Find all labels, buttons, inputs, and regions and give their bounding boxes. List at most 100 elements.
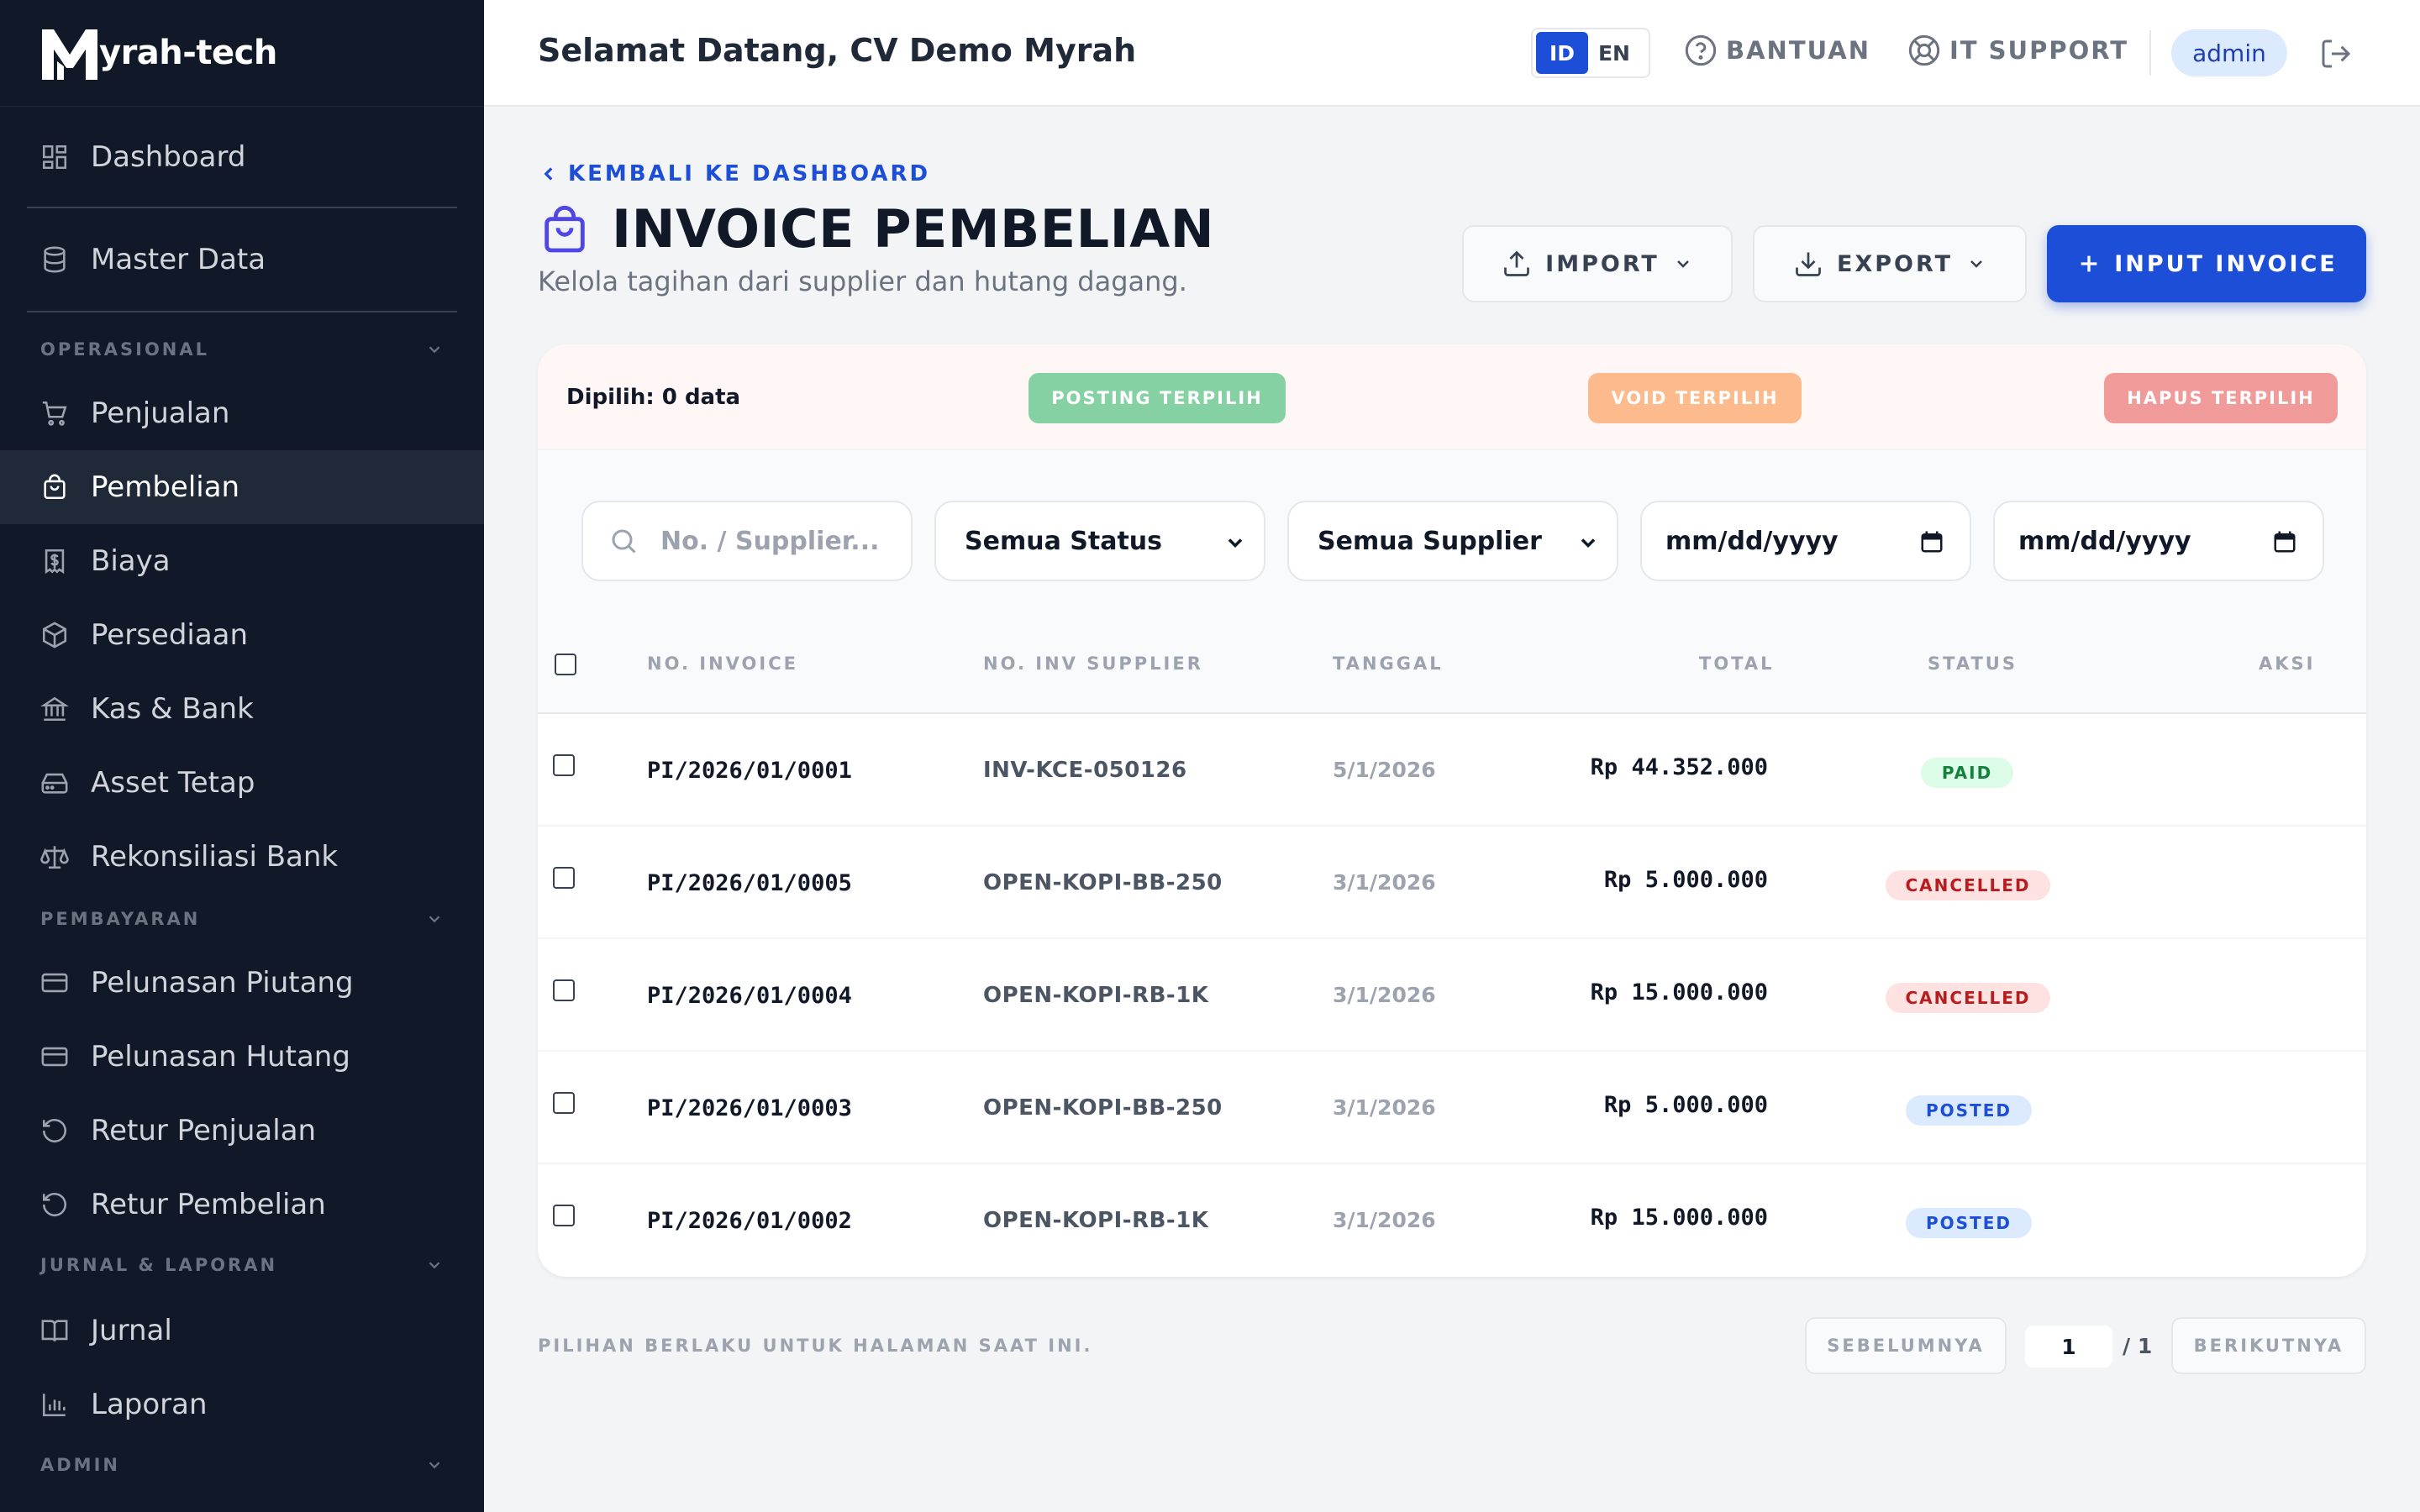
- page-title: INVOICE PEMBELIAN: [612, 198, 1215, 260]
- supplier-select[interactable]: Semua Supplier: [1287, 501, 1618, 581]
- date-to-input[interactable]: mm/dd/yyyy: [1993, 501, 2324, 581]
- next-page-button[interactable]: BERIKUTNYA: [2171, 1317, 2366, 1374]
- import-button[interactable]: IMPORT: [1462, 225, 1733, 302]
- section-operasional[interactable]: OPERASIONAL: [40, 339, 444, 360]
- chevron-down-icon: [429, 1462, 440, 1469]
- help-link[interactable]: BANTUAN: [1684, 34, 1870, 67]
- box-icon: [42, 622, 67, 648]
- section-pembayaran[interactable]: PEMBAYARAN: [40, 909, 444, 929]
- language-switcher: ID EN: [1531, 28, 1650, 78]
- download-icon: [1796, 252, 1821, 276]
- sidebar-item-label: Dashboard: [91, 140, 246, 174]
- table-row[interactable]: PI/2026/01/0002 OPEN-KOPI-RB-1K 3/1/2026…: [538, 1164, 2366, 1277]
- page-number-input[interactable]: 1: [2025, 1326, 2112, 1368]
- lang-id-button[interactable]: ID: [1536, 32, 1588, 74]
- column-header-date[interactable]: TANGGAL: [1333, 654, 1444, 674]
- sidebar-item-pembelian[interactable]: Pembelian: [0, 450, 484, 524]
- select-all-checkbox[interactable]: [555, 654, 576, 675]
- status-badge: CANCELLED: [1886, 870, 2050, 900]
- column-header-total[interactable]: TOTAL: [1699, 654, 1775, 674]
- credit-card-icon: [41, 973, 68, 993]
- sidebar-item-asset-tetap[interactable]: Asset Tetap: [0, 746, 484, 820]
- sidebar-item-kas-bank[interactable]: Kas & Bank: [0, 672, 484, 746]
- brand[interactable]: yrah-tech: [0, 0, 484, 107]
- invoice-total: Rp 15.000.000: [1590, 979, 1768, 1005]
- post-selected-button[interactable]: POSTING TERPILIH: [1028, 373, 1286, 423]
- section-admin[interactable]: ADMIN: [40, 1455, 444, 1475]
- sidebar-item-label: Jurnal: [91, 1314, 172, 1347]
- column-header-invoice[interactable]: NO. INVOICE: [647, 654, 798, 674]
- lang-en-button[interactable]: EN: [1588, 32, 1640, 74]
- supplier-invoice: INV-KCE-050126: [983, 758, 1187, 783]
- user-badge[interactable]: admin: [2171, 29, 2287, 76]
- top-header: Selamat Datang, CV Demo Myrah ID EN BANT…: [484, 0, 2420, 107]
- receipt-dollar-icon: [45, 549, 65, 575]
- selection-note: PILIHAN BERLAKU UNTUK HALAMAN SAAT INI.: [538, 1336, 1093, 1356]
- total-pages: / 1: [2123, 1334, 2153, 1358]
- status-badge: POSTED: [1906, 1095, 2032, 1126]
- row-checkbox[interactable]: [553, 754, 575, 776]
- page-subtitle: Kelola tagihan dari supplier dan hutang …: [538, 265, 1187, 297]
- status-badge: PAID: [1921, 758, 2013, 788]
- export-button[interactable]: EXPORT: [1753, 225, 2027, 302]
- filter-bar: No. / Supplier... Semua Status Semua Sup…: [538, 450, 2366, 615]
- sidebar-item-master-data[interactable]: Master Data: [0, 223, 484, 297]
- sidebar-item-label: Retur Pembelian: [91, 1188, 326, 1221]
- invoice-number[interactable]: PI/2026/01/0005: [647, 870, 852, 896]
- sidebar-item-persediaan[interactable]: Persediaan: [0, 598, 484, 672]
- prev-page-button[interactable]: SEBELUMNYA: [1805, 1317, 2007, 1374]
- input-invoice-button[interactable]: INPUT INVOICE: [2047, 225, 2366, 302]
- sidebar-item-pelunasan-hutang[interactable]: Pelunasan Hutang: [0, 1020, 484, 1094]
- row-checkbox[interactable]: [553, 1092, 575, 1114]
- help-circle-icon: [1685, 34, 1717, 66]
- back-to-dashboard-link[interactable]: KEMBALI KE DASHBOARD: [538, 161, 930, 186]
- column-header-status[interactable]: STATUS: [1928, 654, 2018, 674]
- table-row[interactable]: PI/2026/01/0001 INV-KCE-050126 5/1/2026 …: [538, 714, 2366, 827]
- sidebar-item-label: Retur Penjualan: [91, 1114, 317, 1147]
- delete-selected-button[interactable]: HAPUS TERPILIH: [2104, 373, 2338, 423]
- cart-icon: [42, 401, 67, 426]
- invoice-number[interactable]: PI/2026/01/0001: [647, 758, 852, 784]
- sidebar-item-retur-penjualan[interactable]: Retur Penjualan: [0, 1094, 484, 1168]
- table-row[interactable]: PI/2026/01/0005 OPEN-KOPI-BB-250 3/1/202…: [538, 827, 2366, 939]
- invoice-number[interactable]: PI/2026/01/0002: [647, 1208, 852, 1234]
- column-header-supplier-inv[interactable]: NO. INV SUPPLIER: [983, 654, 1203, 674]
- sidebar-item-label: Penjualan: [91, 396, 230, 430]
- table-row[interactable]: PI/2026/01/0004 OPEN-KOPI-RB-1K 3/1/2026…: [538, 939, 2366, 1052]
- invoice-date: 5/1/2026: [1333, 758, 1436, 782]
- plus-icon: [2081, 255, 2097, 272]
- sidebar-item-penjualan[interactable]: Penjualan: [0, 376, 484, 450]
- sidebar-item-pelunasan-piutang[interactable]: Pelunasan Piutang: [0, 946, 484, 1020]
- sidebar-item-label: Pelunasan Piutang: [91, 966, 354, 1000]
- bulk-action-bar: Dipilih: 0 data POSTING TERPILIH VOID TE…: [538, 344, 2366, 450]
- section-jurnal-laporan[interactable]: JURNAL & LAPORAN: [40, 1255, 444, 1275]
- sidebar-item-laporan[interactable]: Laporan: [0, 1368, 484, 1441]
- date-from-input[interactable]: mm/dd/yyyy: [1640, 501, 1971, 581]
- bank-icon: [40, 696, 69, 722]
- supplier-invoice: OPEN-KOPI-RB-1K: [983, 983, 1209, 1008]
- sidebar-item-retur-pembelian[interactable]: Retur Pembelian: [0, 1168, 484, 1242]
- invoice-date: 3/1/2026: [1333, 983, 1436, 1007]
- invoice-total: Rp 5.000.000: [1603, 1092, 1768, 1118]
- sidebar-item-label: Biaya: [91, 544, 171, 578]
- sidebar-item-biaya[interactable]: Biaya: [0, 524, 484, 598]
- logout-icon[interactable]: [2319, 37, 2353, 71]
- invoice-number[interactable]: PI/2026/01/0004: [647, 983, 852, 1009]
- it-support-link[interactable]: IT SUPPORT: [1907, 34, 2128, 67]
- row-checkbox[interactable]: [553, 979, 575, 1001]
- scale-icon: [40, 846, 69, 869]
- search-input[interactable]: No. / Supplier...: [581, 501, 913, 581]
- sidebar-item-dashboard[interactable]: Dashboard: [0, 120, 484, 194]
- row-checkbox[interactable]: [553, 1205, 575, 1226]
- invoice-date: 3/1/2026: [1333, 870, 1436, 895]
- selected-count: Dipilih: 0 data: [566, 385, 741, 410]
- status-select[interactable]: Semua Status: [934, 501, 1265, 581]
- undo-icon: [42, 1119, 67, 1143]
- void-selected-button[interactable]: VOID TERPILIH: [1588, 373, 1802, 423]
- sidebar-item-jurnal[interactable]: Jurnal: [0, 1294, 484, 1368]
- brand-name: yrah-tech: [99, 34, 277, 72]
- sidebar-item-rekonsiliasi-bank[interactable]: Rekonsiliasi Bank: [0, 820, 484, 894]
- row-checkbox[interactable]: [553, 867, 575, 889]
- invoice-number[interactable]: PI/2026/01/0003: [647, 1095, 852, 1121]
- table-row[interactable]: PI/2026/01/0003 OPEN-KOPI-BB-250 3/1/202…: [538, 1052, 2366, 1164]
